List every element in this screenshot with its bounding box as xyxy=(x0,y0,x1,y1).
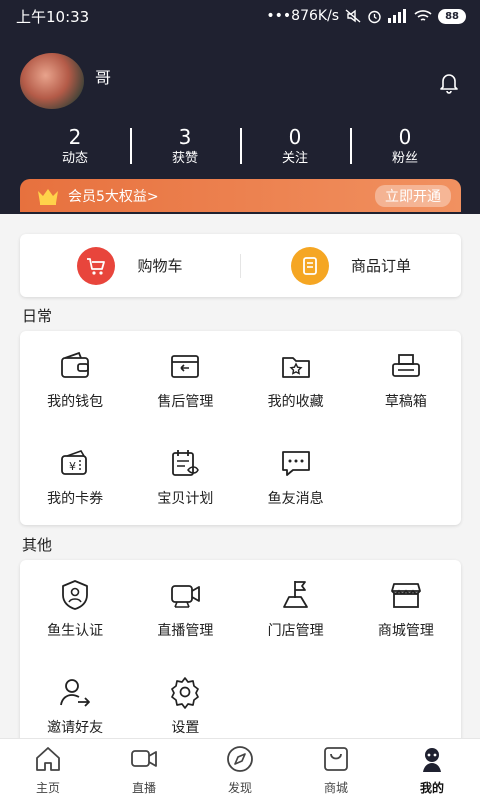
avatar[interactable] xyxy=(20,53,84,109)
grid-item-label: 售后管理 xyxy=(157,394,214,410)
grid-item-drafts[interactable]: 草稿箱 xyxy=(351,331,461,428)
tab-mall[interactable]: 商城 xyxy=(288,739,384,800)
grid-item-label: 草稿箱 xyxy=(384,394,427,410)
status-time: 上午10:33 xyxy=(16,7,90,26)
printer-icon xyxy=(391,354,420,377)
stat-label: 获赞 xyxy=(171,151,198,166)
tab-label: 直播 xyxy=(131,781,156,795)
grid-item-label: 商城管理 xyxy=(377,623,434,639)
tab-label: 商城 xyxy=(323,781,348,795)
stat-label: 关注 xyxy=(281,151,308,166)
tab-live[interactable]: 直播 xyxy=(96,739,192,800)
daily-card: 我的钱包 售后管理 我的收藏 草稿箱 ¥ 我的卡券 宝贝计划 鱼友消息 xyxy=(20,331,461,525)
compass-icon xyxy=(227,746,253,772)
video-icon xyxy=(131,750,157,767)
grid-item-label: 我的收藏 xyxy=(267,394,324,410)
tab-home[interactable]: 主页 xyxy=(0,739,96,800)
other-grid: 鱼生认证 直播管理 门店管理 商城管理 邀请好友 设置 xyxy=(20,560,461,754)
wallet-icon xyxy=(61,351,90,378)
profile-header: 上午10:33 •••876K/s 88 哥 2 动态 3 获赞 0 关注 0 … xyxy=(0,0,480,214)
cart-label: 购物车 xyxy=(137,257,183,275)
shield-user-icon xyxy=(62,580,89,610)
stat-followers[interactable]: 0 粉丝 xyxy=(350,124,460,170)
daily-grid: 我的钱包 售后管理 我的收藏 草稿箱 ¥ 我的卡券 宝贝计划 鱼友消息 xyxy=(20,331,461,525)
coupon-icon: ¥ xyxy=(61,450,88,475)
vip-benefits-link[interactable]: 会员5大权益> xyxy=(68,186,375,206)
svg-text:¥: ¥ xyxy=(69,460,76,473)
invite-user-icon xyxy=(60,679,91,707)
grid-item-baby-plan[interactable]: 宝贝计划 xyxy=(130,428,240,525)
profile-stats: 2 动态 3 获赞 0 关注 0 粉丝 xyxy=(20,124,460,170)
chat-icon xyxy=(281,451,310,476)
grid-item-wallet[interactable]: 我的钱包 xyxy=(20,331,130,428)
section-title-daily: 日常 xyxy=(22,307,53,325)
tab-discover[interactable]: 发现 xyxy=(192,739,288,800)
grid-item-after-sales[interactable]: 售后管理 xyxy=(130,331,240,428)
network-speed: •••876K/s xyxy=(266,8,340,24)
grid-item-label: 鱼友消息 xyxy=(267,491,324,507)
signal-icon xyxy=(388,9,407,23)
grid-item-live-management[interactable]: 直播管理 xyxy=(130,560,240,657)
status-bar: 上午10:33 •••876K/s 88 xyxy=(0,0,480,32)
tab-me[interactable]: 我的 xyxy=(384,739,480,800)
return-box-icon xyxy=(171,355,200,378)
camera-icon xyxy=(171,585,201,608)
grid-item-fish-messages[interactable]: 鱼友消息 xyxy=(241,428,351,525)
tab-label: 我的 xyxy=(419,781,444,795)
battery-indicator: 88 xyxy=(438,8,466,24)
status-icons: •••876K/s 88 xyxy=(266,8,466,24)
stat-value: 0 xyxy=(398,125,412,149)
grid-item-label: 设置 xyxy=(171,720,200,736)
flag-icon xyxy=(282,581,308,608)
stat-value: 3 xyxy=(178,125,192,149)
gear-icon xyxy=(171,677,200,709)
grid-item-label: 宝贝计划 xyxy=(157,491,214,507)
crown-icon xyxy=(38,188,58,205)
grid-item-favorites[interactable]: 我的收藏 xyxy=(241,331,351,428)
stat-value: 2 xyxy=(68,125,82,149)
mute-icon xyxy=(345,9,361,23)
tab-label: 发现 xyxy=(227,781,252,795)
cart-icon xyxy=(77,246,116,285)
username[interactable]: 哥 xyxy=(95,64,111,88)
orders-button[interactable]: 商品订单 xyxy=(241,246,461,285)
calendar-plan-icon xyxy=(172,450,200,476)
profile-icon xyxy=(423,748,441,772)
grid-item-store-management[interactable]: 门店管理 xyxy=(241,560,351,657)
stat-following[interactable]: 0 关注 xyxy=(240,124,350,170)
shop-icon xyxy=(324,747,348,771)
stat-label: 动态 xyxy=(61,151,88,166)
tab-label: 主页 xyxy=(35,781,60,795)
other-card: 鱼生认证 直播管理 门店管理 商城管理 邀请好友 设置 xyxy=(20,560,461,745)
grid-item-coupons[interactable]: ¥ 我的卡券 xyxy=(20,428,130,525)
orders-label: 商品订单 xyxy=(350,257,411,275)
grid-item-label: 我的卡券 xyxy=(47,491,104,507)
alarm-icon xyxy=(368,10,381,23)
vip-banner[interactable]: 会员5大权益> 立即开通 xyxy=(20,179,461,212)
activate-vip-button[interactable]: 立即开通 xyxy=(375,184,451,207)
quick-actions-card: 购物车 商品订单 xyxy=(20,234,461,297)
wifi-icon xyxy=(414,10,432,21)
grid-item-fish-cert[interactable]: 鱼生认证 xyxy=(20,560,130,657)
stat-label: 粉丝 xyxy=(391,151,418,166)
grid-item-mall-management[interactable]: 商城管理 xyxy=(351,560,461,657)
bell-icon[interactable] xyxy=(437,70,461,94)
section-title-other: 其他 xyxy=(22,536,53,554)
star-folder-icon xyxy=(281,357,310,378)
home-icon xyxy=(36,747,60,771)
order-receipt-icon xyxy=(290,246,329,285)
grid-item-label: 我的钱包 xyxy=(47,394,104,410)
stat-value: 0 xyxy=(288,125,302,149)
grid-item-label: 门店管理 xyxy=(267,623,324,639)
grid-item-label: 直播管理 xyxy=(157,623,214,639)
cart-button[interactable]: 购物车 xyxy=(20,246,240,285)
stat-posts[interactable]: 2 动态 xyxy=(20,124,130,170)
store-icon xyxy=(390,583,421,608)
bottom-tab-bar: 主页 直播 发现 商城 我的 xyxy=(0,738,480,800)
grid-item-label: 邀请好友 xyxy=(47,720,104,736)
stat-likes[interactable]: 3 获赞 xyxy=(130,124,240,170)
grid-item-label: 鱼生认证 xyxy=(47,623,104,639)
